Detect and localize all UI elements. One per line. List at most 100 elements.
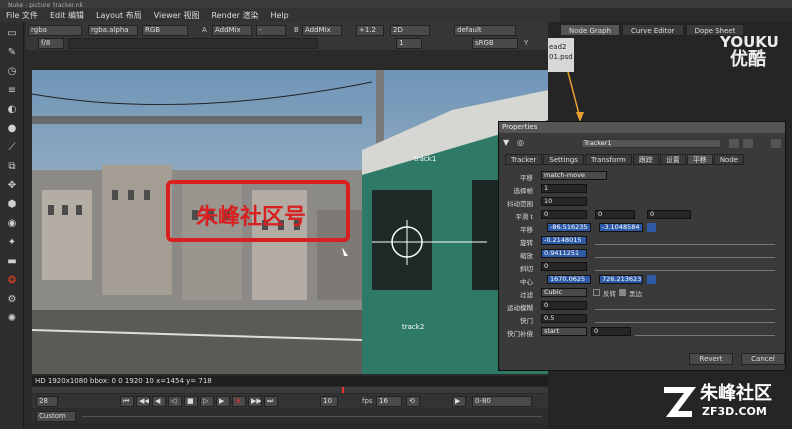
translate-y-field[interactable]: -3.1048584: [599, 223, 643, 232]
play-forward-icon[interactable]: ▷: [200, 396, 214, 407]
particles-icon[interactable]: ❂: [4, 274, 20, 288]
rotate-slider[interactable]: [595, 236, 775, 245]
shutter-slider[interactable]: [595, 314, 775, 323]
scale-slider[interactable]: [595, 249, 775, 258]
playback-mode-dropdown[interactable]: Custom: [36, 411, 76, 422]
play-backward-icon[interactable]: ◁: [168, 396, 182, 407]
track1-label[interactable]: track1: [414, 155, 436, 163]
motion-blur-field[interactable]: 0: [541, 301, 587, 310]
smooth-r-field[interactable]: 0: [595, 210, 635, 219]
node-name-field[interactable]: Tracker1: [581, 139, 721, 148]
filter-icon[interactable]: ●: [4, 122, 20, 136]
shutter-field[interactable]: 0.5: [541, 314, 587, 323]
image-icon[interactable]: ▭: [4, 27, 20, 41]
center-curve-icon[interactable]: [647, 275, 656, 284]
playhead[interactable]: [342, 387, 344, 393]
views-icon[interactable]: ◉: [4, 217, 20, 231]
reference-frame-field[interactable]: 1: [541, 184, 587, 193]
view-mode-dropdown[interactable]: 2D: [390, 25, 430, 36]
tab-track-cn[interactable]: 跟踪: [632, 154, 659, 165]
menu-layout[interactable]: Layout 布局: [90, 10, 148, 21]
frame-range-field[interactable]: 0-80: [472, 396, 532, 407]
center-y-field[interactable]: 726.213623: [599, 275, 643, 284]
smooth-s-field[interactable]: 0: [647, 210, 691, 219]
translate-x-field[interactable]: -86.516235: [547, 223, 591, 232]
b-input-dropdown[interactable]: AddMix: [302, 25, 342, 36]
tab-transform[interactable]: Transform: [584, 154, 632, 165]
timeline-ruler[interactable]: [32, 387, 548, 393]
invert-checkbox[interactable]: [593, 289, 600, 296]
fps-field[interactable]: 16: [376, 396, 402, 407]
tab-curve-editor[interactable]: Curve Editor: [621, 24, 684, 36]
motion-blur-slider[interactable]: [595, 301, 775, 310]
skew-field[interactable]: 0: [541, 262, 587, 271]
a-input-dropdown[interactable]: AddMix: [212, 25, 252, 36]
close-icon[interactable]: [771, 139, 781, 148]
track2-label[interactable]: track2: [402, 323, 424, 331]
draw-icon[interactable]: ✎: [4, 46, 20, 60]
node-color-icon[interactable]: ◎: [517, 138, 529, 148]
frame-field[interactable]: 1: [396, 38, 422, 49]
smooth-t-field[interactable]: 0: [541, 210, 587, 219]
shutter-custom-offset-field[interactable]: 0: [591, 327, 631, 336]
gain-slider[interactable]: [68, 38, 318, 49]
tab-transform-cn[interactable]: 平移: [686, 154, 713, 165]
record-icon[interactable]: ⊗: [232, 396, 246, 407]
color-icon[interactable]: ◐: [4, 103, 20, 117]
tab-settings[interactable]: Settings: [543, 154, 584, 165]
tab-node-graph[interactable]: Node Graph: [560, 24, 620, 36]
colorspace-dropdown[interactable]: RGB: [142, 25, 188, 36]
jitter-field[interactable]: 10: [541, 197, 587, 206]
black-outside-checkbox[interactable]: [619, 289, 626, 296]
first-frame-icon[interactable]: ⏮: [120, 396, 134, 407]
a-value-dropdown[interactable]: -: [256, 25, 286, 36]
menu-viewer[interactable]: Viewer 视图: [148, 10, 206, 21]
keyer-icon[interactable]: ⟋: [4, 141, 20, 155]
tab-tracker[interactable]: Tracker: [505, 154, 543, 165]
channels-dropdown[interactable]: rgba: [28, 25, 82, 36]
transform-icon[interactable]: ✥: [4, 179, 20, 193]
menu-help[interactable]: Help: [265, 11, 295, 20]
read-node[interactable]: ead2 01.psd: [548, 38, 574, 72]
toolsets-icon[interactable]: ▬: [4, 255, 20, 269]
merge-icon[interactable]: ⧉: [4, 160, 20, 174]
gain-dropdown[interactable]: +1.2: [356, 25, 384, 36]
fstop-dropdown[interactable]: f/8: [38, 38, 64, 49]
revert-button[interactable]: Revert: [689, 353, 733, 365]
prev-keyframe-icon[interactable]: ◀◀: [136, 396, 150, 407]
cancel-button[interactable]: Cancel: [741, 353, 785, 365]
collapse-icon[interactable]: ▼: [503, 138, 515, 148]
last-frame-icon[interactable]: ⏭: [264, 396, 278, 407]
curve-icon[interactable]: [647, 223, 656, 232]
float-panel-icon[interactable]: [729, 139, 739, 148]
flipbook-icon[interactable]: ▶: [452, 396, 466, 407]
viewer-canvas[interactable]: 朱峰社区号 track1 track2: [32, 70, 548, 374]
next-frame-icon[interactable]: ▶: [216, 396, 230, 407]
furnace-icon[interactable]: ⚙: [4, 293, 20, 307]
lut-dropdown[interactable]: default: [454, 25, 516, 36]
center-x-field[interactable]: 1670.0625: [547, 275, 591, 284]
prev-frame-icon[interactable]: ◀: [152, 396, 166, 407]
3d-icon[interactable]: ⬢: [4, 198, 20, 212]
filter-dropdown[interactable]: Cubic: [541, 288, 587, 297]
current-frame-field[interactable]: 28: [36, 396, 58, 407]
shutter-offset-dropdown[interactable]: start: [541, 327, 587, 336]
transform-mode-dropdown[interactable]: match-move: [541, 171, 607, 180]
menu-render[interactable]: Render 渲染: [205, 10, 264, 21]
alpha-dropdown[interactable]: rgba.alpha: [88, 25, 138, 36]
rotate-field[interactable]: -0.2148015: [541, 236, 587, 245]
stop-icon[interactable]: ■: [184, 396, 198, 407]
shutter-offset-slider[interactable]: [635, 327, 775, 336]
metadata-icon[interactable]: ✦: [4, 236, 20, 250]
skew-slider[interactable]: [595, 262, 775, 271]
other-icon[interactable]: ✺: [4, 312, 20, 326]
step-field[interactable]: 10: [320, 396, 338, 407]
time-icon[interactable]: ◷: [4, 65, 20, 79]
channel-icon[interactable]: ≡: [4, 84, 20, 98]
scale-field[interactable]: 0.9411251: [541, 249, 587, 258]
range-slider[interactable]: [82, 416, 542, 417]
tab-settings-cn[interactable]: 设置: [659, 154, 686, 165]
menu-edit[interactable]: Edit 编辑: [44, 10, 90, 21]
menu-file[interactable]: File 文件: [0, 10, 44, 21]
next-keyframe-icon[interactable]: ▶▶: [248, 396, 262, 407]
